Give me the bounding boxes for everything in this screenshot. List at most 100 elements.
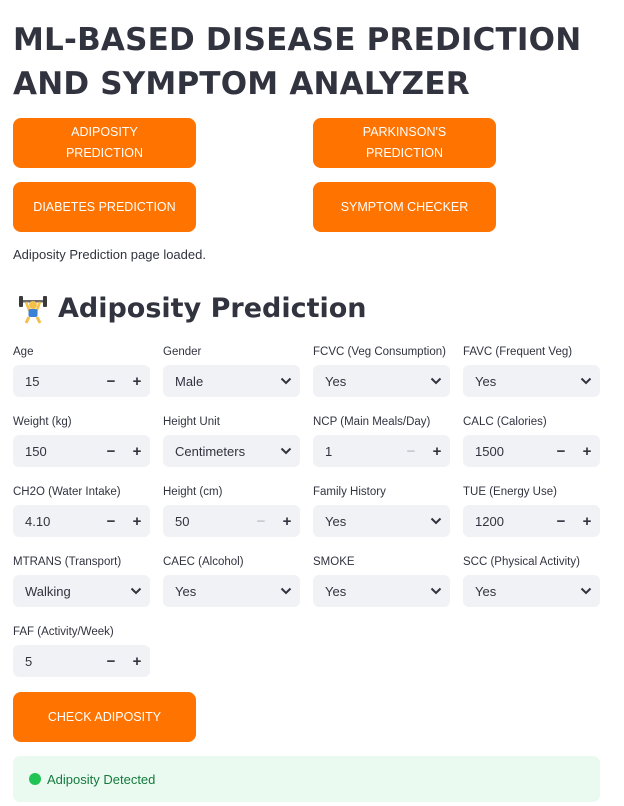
age-label: Age bbox=[13, 346, 34, 358]
page-title: ML-BASED DISEASE PREDICTION AND SYMPTOM … bbox=[13, 18, 613, 106]
faf-decrement-button[interactable]: − bbox=[98, 653, 124, 670]
height-input[interactable]: 50 − + bbox=[163, 505, 300, 537]
family-history-label: Family History bbox=[313, 486, 386, 498]
calc-value: 1500 bbox=[475, 443, 504, 459]
section-title: Adiposity Prediction bbox=[58, 293, 367, 324]
faf-increment-button[interactable]: + bbox=[124, 653, 150, 670]
ch2o-label: CH2O (Water Intake) bbox=[13, 486, 121, 498]
chevron-down-icon bbox=[422, 377, 450, 385]
fcvc-label: FCVC (Veg Consumption) bbox=[313, 346, 446, 358]
age-increment-button[interactable]: + bbox=[124, 373, 150, 390]
favc-field: FAVC (Frequent Veg) Yes bbox=[463, 345, 600, 397]
height-field: Height (cm) 50 − + bbox=[163, 485, 300, 537]
favc-select[interactable]: Yes bbox=[463, 365, 600, 397]
title-line-1: ML-BASED DISEASE PREDICTION bbox=[13, 22, 582, 58]
tue-label: TUE (Energy Use) bbox=[463, 486, 557, 498]
smoke-field: SMOKE Yes bbox=[313, 555, 450, 607]
height-increment-button[interactable]: + bbox=[274, 513, 300, 530]
green-circle-icon bbox=[29, 773, 41, 785]
faf-input[interactable]: 5 − + bbox=[13, 645, 150, 677]
weight-field: Weight (kg) 150 − + bbox=[13, 415, 150, 467]
chevron-down-icon bbox=[422, 587, 450, 595]
tue-increment-button[interactable]: + bbox=[574, 513, 600, 530]
tue-value: 1200 bbox=[475, 513, 504, 529]
weightlifter-icon bbox=[18, 294, 48, 324]
parkinsons-label-line-1: PARKINSON'S bbox=[362, 125, 447, 139]
height-unit-value: Centimeters bbox=[175, 443, 246, 459]
chevron-down-icon bbox=[272, 447, 300, 455]
gender-select[interactable]: Male bbox=[163, 365, 300, 397]
chevron-down-icon bbox=[272, 587, 300, 595]
smoke-label: SMOKE bbox=[313, 556, 355, 568]
age-value: 15 bbox=[25, 373, 40, 389]
height-unit-field: Height Unit Centimeters bbox=[163, 415, 300, 467]
chevron-down-icon bbox=[572, 377, 600, 385]
smoke-select[interactable]: Yes bbox=[313, 575, 450, 607]
ncp-field: NCP (Main Meals/Day) 1 − + bbox=[313, 415, 450, 467]
ch2o-increment-button[interactable]: + bbox=[124, 513, 150, 530]
calc-input[interactable]: 1500 − + bbox=[463, 435, 600, 467]
height-decrement-button[interactable]: − bbox=[248, 513, 274, 530]
ncp-label: NCP (Main Meals/Day) bbox=[313, 416, 431, 428]
scc-label: SCC (Physical Activity) bbox=[463, 556, 580, 568]
weight-decrement-button[interactable]: − bbox=[98, 443, 124, 460]
diabetes-prediction-button[interactable]: DIABETES PREDICTION bbox=[13, 182, 196, 232]
scc-field: SCC (Physical Activity) Yes bbox=[463, 555, 600, 607]
parkinsons-label-line-2: PREDICTION bbox=[365, 146, 444, 160]
tue-decrement-button[interactable]: − bbox=[548, 513, 574, 530]
ncp-decrement-button[interactable]: − bbox=[398, 443, 424, 460]
ncp-increment-button[interactable]: + bbox=[424, 443, 450, 460]
age-field: Age 15 − + bbox=[13, 345, 150, 397]
mtrans-label: MTRANS (Transport) bbox=[13, 556, 122, 568]
age-input[interactable]: 15 − + bbox=[13, 365, 150, 397]
ch2o-input[interactable]: 4.10 − + bbox=[13, 505, 150, 537]
ch2o-decrement-button[interactable]: − bbox=[98, 513, 124, 530]
result-text: Adiposity Detected bbox=[47, 771, 156, 787]
calc-decrement-button[interactable]: − bbox=[548, 443, 574, 460]
weight-increment-button[interactable]: + bbox=[124, 443, 150, 460]
ch2o-field: CH2O (Water Intake) 4.10 − + bbox=[13, 485, 150, 537]
ncp-value: 1 bbox=[325, 443, 333, 459]
chevron-down-icon bbox=[572, 587, 600, 595]
title-line-2: AND SYMPTOM ANALYZER bbox=[13, 66, 470, 102]
fcvc-select[interactable]: Yes bbox=[313, 365, 450, 397]
check-adiposity-button[interactable]: CHECK ADIPOSITY bbox=[13, 692, 196, 742]
smoke-value: Yes bbox=[325, 583, 347, 599]
calc-increment-button[interactable]: + bbox=[574, 443, 600, 460]
mtrans-value: Walking bbox=[25, 583, 71, 599]
ch2o-value: 4.10 bbox=[25, 513, 51, 529]
symptom-checker-button[interactable]: SYMPTOM CHECKER bbox=[313, 182, 496, 232]
mtrans-select[interactable]: Walking bbox=[13, 575, 150, 607]
caec-value: Yes bbox=[175, 583, 197, 599]
faf-field: FAF (Activity/Week) 5 − + bbox=[13, 625, 150, 677]
height-unit-label: Height Unit bbox=[163, 416, 220, 428]
height-unit-select[interactable]: Centimeters bbox=[163, 435, 300, 467]
chevron-down-icon bbox=[272, 377, 300, 385]
calc-label: CALC (Calories) bbox=[463, 416, 547, 428]
tue-input[interactable]: 1200 − + bbox=[463, 505, 600, 537]
fcvc-field: FCVC (Veg Consumption) Yes bbox=[313, 345, 450, 397]
weight-label: Weight (kg) bbox=[13, 416, 72, 428]
section-heading: Adiposity Prediction bbox=[18, 293, 367, 324]
scc-select[interactable]: Yes bbox=[463, 575, 600, 607]
ncp-input[interactable]: 1 − + bbox=[313, 435, 450, 467]
calc-field: CALC (Calories) 1500 − + bbox=[463, 415, 600, 467]
age-decrement-button[interactable]: − bbox=[98, 373, 124, 390]
height-value: 50 bbox=[175, 513, 190, 529]
favc-value: Yes bbox=[475, 373, 497, 389]
family-history-field: Family History Yes bbox=[313, 485, 450, 537]
caec-select[interactable]: Yes bbox=[163, 575, 300, 607]
tue-field: TUE (Energy Use) 1200 − + bbox=[463, 485, 600, 537]
scc-value: Yes bbox=[475, 583, 497, 599]
faf-value: 5 bbox=[25, 653, 33, 669]
adiposity-prediction-button[interactable]: ADIPOSITY PREDICTION bbox=[13, 118, 196, 168]
parkinsons-prediction-button[interactable]: PARKINSON'S PREDICTION bbox=[313, 118, 496, 168]
caec-label: CAEC (Alcohol) bbox=[163, 556, 244, 568]
status-message: Adiposity Prediction page loaded. bbox=[13, 247, 206, 262]
favc-label: FAVC (Frequent Veg) bbox=[463, 346, 573, 358]
mtrans-field: MTRANS (Transport) Walking bbox=[13, 555, 150, 607]
family-history-select[interactable]: Yes bbox=[313, 505, 450, 537]
gender-label: Gender bbox=[163, 346, 202, 358]
weight-input[interactable]: 150 − + bbox=[13, 435, 150, 467]
fcvc-value: Yes bbox=[325, 373, 347, 389]
